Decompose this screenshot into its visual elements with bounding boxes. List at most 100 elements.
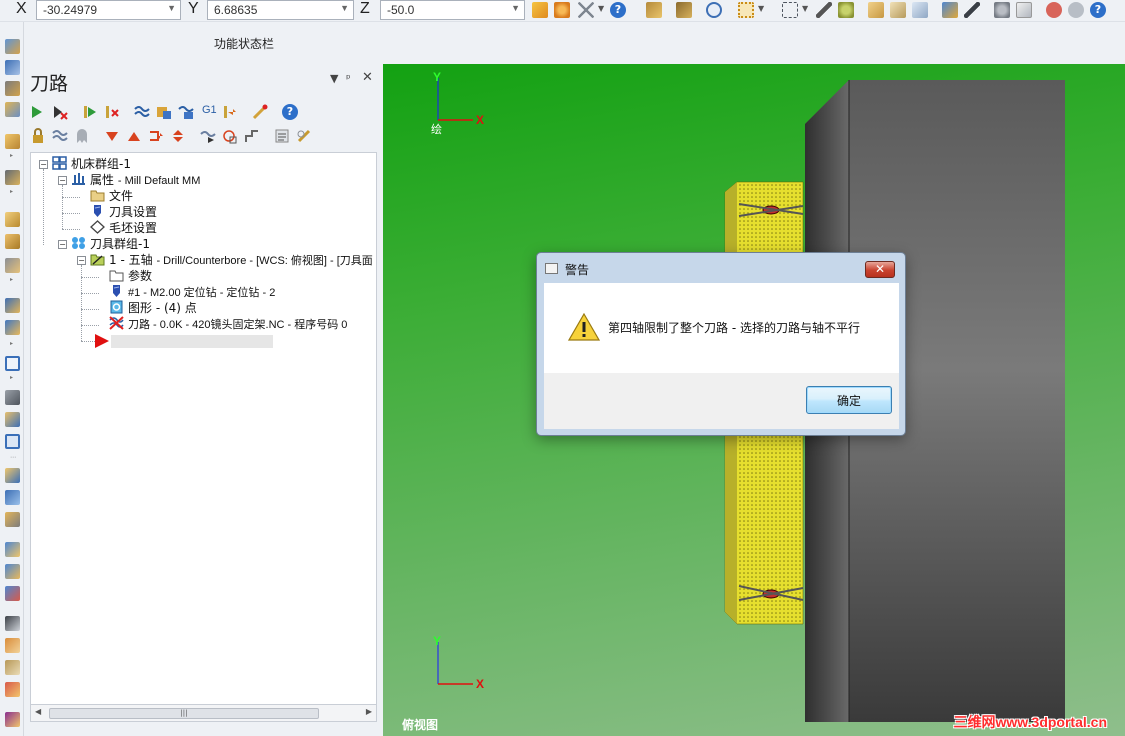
tool-icon-8[interactable]: [5, 234, 20, 249]
sort-icon[interactable]: [274, 128, 290, 144]
snap-point-icon[interactable]: [554, 2, 570, 18]
verify-selected-icon[interactable]: [156, 104, 172, 120]
tool-icon-23[interactable]: [5, 638, 20, 653]
select-window-icon[interactable]: [676, 2, 692, 18]
tool-icon-24[interactable]: [5, 660, 20, 675]
cursor-icon[interactable]: [816, 2, 832, 18]
lock-icon[interactable]: [30, 128, 46, 144]
tool-icon-22[interactable]: [5, 616, 20, 631]
solid-box-2-icon[interactable]: [890, 2, 906, 18]
tree-node-files[interactable]: 文件: [90, 188, 133, 204]
pin-icon[interactable]: ᵖ: [346, 72, 351, 85]
window-select-icon[interactable]: [782, 2, 798, 18]
insert-arrow-icon[interactable]: [95, 334, 109, 348]
checklist-icon[interactable]: [1016, 2, 1032, 18]
toolpath-display-icon[interactable]: [52, 128, 68, 144]
tool-icon-19[interactable]: [5, 542, 20, 557]
dialog-titlebar[interactable]: 警告 ✕: [537, 253, 905, 283]
tool-icon-13[interactable]: [5, 390, 20, 405]
tool-icon-12[interactable]: [5, 356, 20, 371]
tree-node-operation[interactable]: 1 - 五轴 - Drill/Counterbore - [WCS: 俯视图] …: [90, 252, 373, 268]
select-chain-icon[interactable]: [646, 2, 662, 18]
chevron-down-icon[interactable]: ▸: [10, 188, 13, 195]
tool-icon-4[interactable]: [5, 102, 20, 117]
move-up-icon[interactable]: [126, 128, 142, 144]
tool-icon-18[interactable]: [5, 512, 20, 527]
move-down-icon[interactable]: [104, 128, 120, 144]
tree-node-geometry[interactable]: 图形 - (4) 点: [109, 300, 197, 316]
tree-node-machine-group[interactable]: 机床群组-1: [52, 156, 131, 172]
tool-setting-icon[interactable]: [244, 128, 260, 144]
insert-arrow-icon[interactable]: [148, 128, 164, 144]
tree-node-tool-settings[interactable]: 刀具设置: [90, 204, 157, 220]
scrollbar-thumb[interactable]: |||: [49, 708, 319, 719]
tool-icon-15[interactable]: [5, 434, 20, 449]
tool-icon-20[interactable]: [5, 564, 20, 579]
chevron-down-icon[interactable]: ▼: [802, 4, 808, 13]
refresh-icon[interactable]: [706, 2, 722, 18]
tree-node-toolpath-group[interactable]: 刀具群组-1: [71, 236, 150, 252]
cube-view-icon[interactable]: [942, 2, 958, 18]
edit-icon[interactable]: [296, 128, 312, 144]
chevron-down-icon[interactable]: ▸: [10, 340, 13, 347]
cube-cursor-icon[interactable]: [964, 2, 980, 18]
operations-tree[interactable]: − − − − 机床群组-1 属性 - Mill Default MM 文件 刀…: [30, 152, 377, 707]
tool-icon-2[interactable]: [5, 60, 20, 75]
tool-icon-21[interactable]: [5, 586, 20, 601]
post-toggle-icon[interactable]: [74, 128, 90, 144]
post-arrow-icon[interactable]: [222, 104, 238, 120]
tree-node-tool[interactable]: #1 - M2.00 定位钻 - 定位钻 - 2: [109, 284, 275, 300]
tool-icon-5[interactable]: [5, 134, 20, 149]
select-invalid-ops-icon[interactable]: [52, 104, 68, 120]
chevron-down-icon[interactable]: ▸: [10, 152, 13, 159]
panel-menu-icon[interactable]: ▼: [330, 72, 338, 85]
y-coord-input[interactable]: 6.68635 ▼: [207, 0, 354, 20]
ok-button[interactable]: 确定: [806, 386, 892, 414]
tool-icon-10[interactable]: [5, 298, 20, 313]
simulate-icon[interactable]: [178, 104, 194, 120]
tree-node-params[interactable]: 参数: [109, 268, 152, 284]
chevron-down-icon[interactable]: ▼: [598, 4, 604, 13]
expand-toggle[interactable]: −: [39, 160, 48, 169]
geometry-icon[interactable]: [222, 128, 238, 144]
select-all-icon[interactable]: [738, 2, 754, 18]
tool-icon-9[interactable]: [5, 258, 20, 273]
help-icon[interactable]: ?: [282, 104, 298, 120]
chevron-down-icon[interactable]: ▸: [10, 374, 13, 381]
scroll-up-down-icon[interactable]: [170, 128, 186, 144]
chevron-down-icon[interactable]: ▼: [167, 3, 176, 13]
tool-icon-17[interactable]: [5, 490, 20, 505]
tool-icon-6[interactable]: [5, 170, 20, 185]
tool-icon-25[interactable]: [5, 682, 20, 697]
expand-toggle[interactable]: −: [77, 256, 86, 265]
close-button[interactable]: ✕: [865, 261, 895, 278]
x-coord-input[interactable]: -30.24979 ▼: [36, 0, 181, 20]
solid-box-icon[interactable]: [868, 2, 884, 18]
scroll-right-icon[interactable]: ▶: [366, 707, 372, 716]
highspeed-icon[interactable]: [252, 104, 268, 120]
settings-icon[interactable]: [994, 2, 1010, 18]
regenerate-dirty-icon[interactable]: [104, 104, 120, 120]
backplot-icon[interactable]: [134, 104, 150, 120]
verify-icon[interactable]: [838, 2, 854, 18]
tool-icon-26[interactable]: [5, 712, 20, 727]
help-icon[interactable]: ?: [610, 2, 626, 18]
tool-icon-14[interactable]: [5, 412, 20, 427]
horizontal-scrollbar[interactable]: ◀ ||| ▶: [30, 704, 377, 722]
chevron-down-icon[interactable]: ▼: [511, 3, 520, 13]
select-chain-icon[interactable]: [200, 128, 216, 144]
tool-icon-3[interactable]: [5, 81, 20, 96]
cross-icon[interactable]: [578, 2, 594, 18]
stop-icon[interactable]: [1046, 2, 1062, 18]
z-coord-input[interactable]: -50.0 ▼: [380, 0, 525, 20]
chevron-down-icon[interactable]: ▸: [10, 276, 13, 283]
scroll-left-icon[interactable]: ◀: [35, 707, 41, 716]
tool-icon-7[interactable]: [5, 212, 20, 227]
snap-icon[interactable]: [532, 2, 548, 18]
chevron-down-icon[interactable]: ▼: [340, 3, 349, 13]
solid-box-3-icon[interactable]: [912, 2, 928, 18]
tree-node-properties[interactable]: 属性 - Mill Default MM: [71, 172, 200, 188]
expand-toggle[interactable]: −: [58, 240, 67, 249]
tree-node-stock-settings[interactable]: 毛坯设置: [90, 220, 157, 236]
tree-node-toolpath[interactable]: 刀路 - 0.0K - 420镜头固定架.NC - 程序号码 0: [109, 316, 347, 332]
